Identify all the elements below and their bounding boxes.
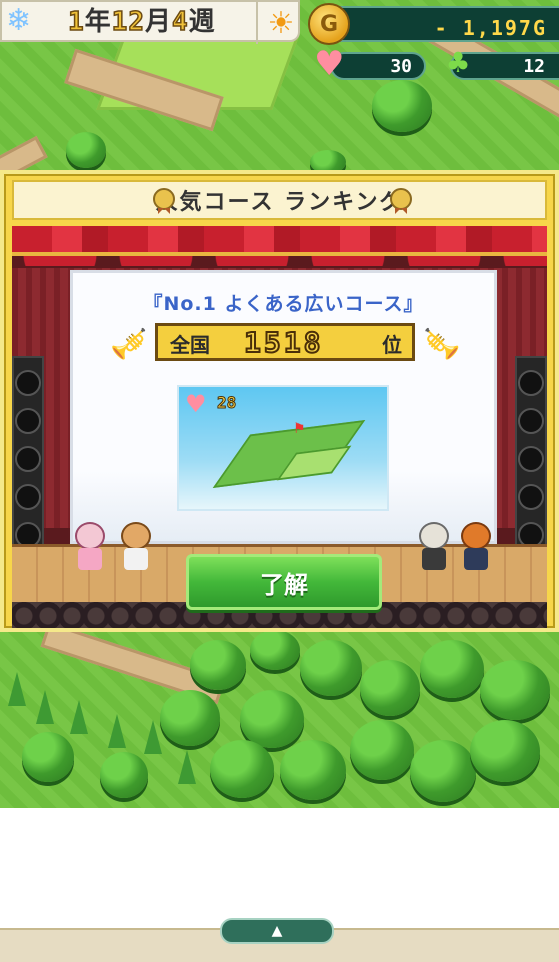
- date-month-unit: 月: [144, 7, 172, 37]
- rank-suffix: 位: [382, 333, 402, 357]
- tree: [470, 720, 540, 782]
- presenter-character: [460, 522, 492, 570]
- heart-icon: ♥: [185, 390, 207, 418]
- curtain-trim: [12, 252, 547, 256]
- speaker-right: [515, 356, 547, 548]
- rank-box: 全国 1518 位: [155, 323, 415, 361]
- tree: [190, 640, 246, 690]
- ranking-dialog: 人気コース ランキング 『No.1 よくある広いコース』 🎺 全国 1518 位…: [0, 170, 559, 632]
- medal-icon: [389, 188, 413, 216]
- tree: [240, 690, 304, 748]
- pine-tree: [144, 720, 162, 754]
- tree: [360, 660, 420, 716]
- pine-tree: [108, 714, 126, 748]
- course-popularity-value: 28: [216, 393, 237, 413]
- dialog-title-bar: 人気コース ランキング: [12, 180, 547, 220]
- money-panel: - 1,197G: [314, 6, 559, 42]
- projection-screen: 『No.1 よくある広いコース』 🎺 全国 1518 位 🎺 ♥ 28 ⚑: [70, 270, 497, 544]
- presenter-character: [418, 522, 450, 570]
- tree: [480, 660, 550, 720]
- coin-icon: G: [308, 3, 350, 45]
- presenter-character: [120, 522, 152, 570]
- date-year: 1: [67, 6, 85, 38]
- money-value: - 1,197G: [434, 16, 547, 40]
- popularity-value: 30: [390, 56, 412, 77]
- ok-button[interactable]: 了解: [186, 554, 382, 610]
- date-display: 1年12月4週: [67, 6, 216, 38]
- tree-count-value: 12: [523, 56, 545, 77]
- sun-icon: ☀: [256, 2, 304, 44]
- chevron-up-icon: ▲: [271, 923, 283, 939]
- pine-tree: [178, 750, 196, 784]
- date-week: 4: [171, 6, 189, 38]
- tree: [350, 720, 414, 780]
- tree-icon: ♣: [445, 46, 471, 79]
- dialog-title: 人気コース ランキング: [155, 190, 404, 215]
- trumpet-icon: 🎺: [423, 327, 461, 362]
- tree: [280, 740, 346, 800]
- date-month: 12: [111, 6, 145, 38]
- tree: [410, 740, 476, 802]
- tree: [66, 132, 106, 168]
- course-name: 『No.1 よくある広いコース』: [143, 293, 424, 315]
- medal-icon: [152, 188, 176, 216]
- pine-tree: [36, 690, 54, 724]
- date-panel[interactable]: ❄ 1年12月4週 ☀: [0, 0, 300, 44]
- tree: [372, 80, 432, 132]
- pine-tree: [8, 672, 26, 706]
- rank-value: 1518: [243, 325, 324, 360]
- tree: [100, 752, 148, 798]
- pine-tree: [70, 700, 88, 734]
- tree: [22, 732, 74, 782]
- date-year-unit: 年: [84, 7, 112, 37]
- speaker-left: [12, 356, 44, 548]
- tree: [420, 640, 484, 698]
- presenter-character: [74, 522, 106, 570]
- tree: [210, 740, 274, 798]
- trumpet-icon: 🎺: [110, 327, 148, 362]
- rank-label: 全国: [170, 333, 210, 357]
- heart-icon: ♥: [314, 44, 345, 84]
- date-week-unit: 週: [188, 7, 216, 37]
- snowflake-icon: ❄: [6, 3, 32, 38]
- tree: [300, 640, 362, 696]
- course-preview: ♥ 28 ⚑: [177, 385, 389, 511]
- tree: [250, 630, 300, 670]
- flag-icon: ⚑: [293, 421, 306, 437]
- expand-menu-button[interactable]: ▲: [220, 918, 334, 944]
- tree: [160, 690, 220, 746]
